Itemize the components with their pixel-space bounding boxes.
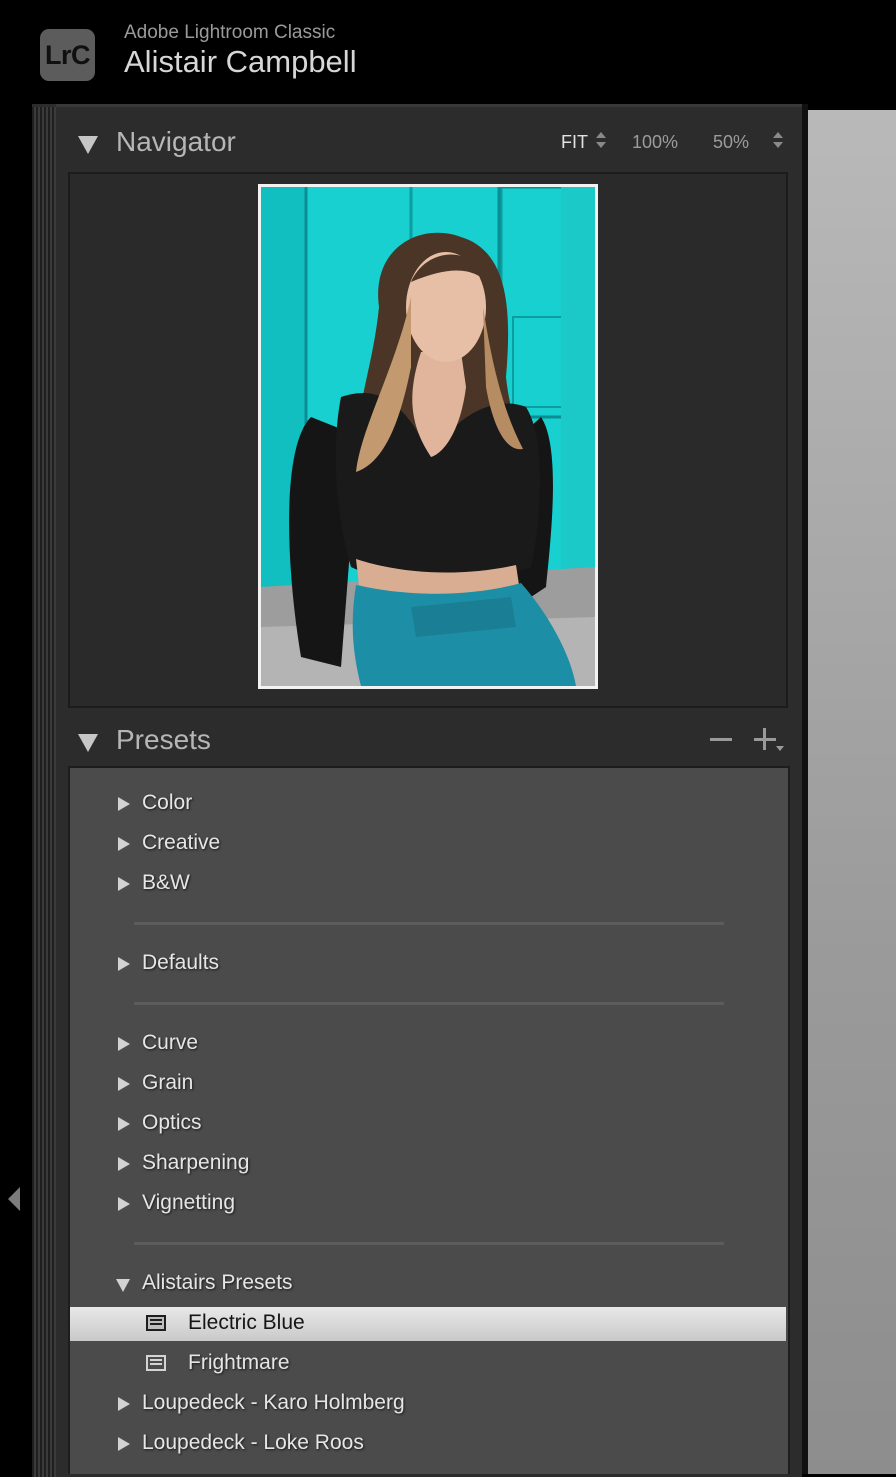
collapse-triangle-icon[interactable] xyxy=(78,734,98,752)
expand-triangle-icon[interactable] xyxy=(118,1157,130,1171)
preset-group-label: Optics xyxy=(142,1111,202,1134)
expand-triangle-icon[interactable] xyxy=(118,1197,130,1211)
preset-group-defaults[interactable]: Defaults xyxy=(70,947,786,981)
zoom-fit-stepper-icon[interactable] xyxy=(596,131,606,151)
preset-group-label: Creative xyxy=(142,831,221,854)
preset-group-creative[interactable]: Creative xyxy=(70,827,786,861)
preset-electric-blue[interactable]: Electric Blue xyxy=(70,1307,786,1341)
expand-triangle-icon[interactable] xyxy=(118,957,130,971)
zoom-100-option[interactable]: 100% xyxy=(632,132,678,153)
expand-triangle-icon[interactable] xyxy=(118,1077,130,1091)
expand-triangle-icon[interactable] xyxy=(118,1437,130,1451)
expand-triangle-icon[interactable] xyxy=(118,1037,130,1051)
portrait-photo-image xyxy=(261,187,595,686)
preset-frightmare[interactable]: Frightmare xyxy=(70,1347,786,1381)
panel-resize-handle[interactable] xyxy=(32,104,56,1477)
main-viewer-area xyxy=(808,110,896,1474)
plus-icon-stem[interactable] xyxy=(763,728,766,750)
preset-group-loupedeck-karo-holmberg[interactable]: Loupedeck - Karo Holmberg xyxy=(70,1387,786,1421)
preset-group-label: Loupedeck - Loke Roos xyxy=(142,1431,364,1454)
expand-triangle-icon[interactable] xyxy=(118,1117,130,1131)
collapse-triangle-icon[interactable] xyxy=(116,1279,130,1292)
zoom-50-option[interactable]: 50% xyxy=(713,132,749,153)
preset-group-bw[interactable]: B&W xyxy=(70,867,786,901)
preset-group-curve[interactable]: Curve xyxy=(70,1027,786,1061)
preset-group-label: Grain xyxy=(142,1071,194,1094)
add-preset-menu-caret-icon[interactable] xyxy=(776,746,784,751)
preset-group-alistairs-presets[interactable]: Alistairs Presets xyxy=(70,1267,786,1301)
expand-triangle-icon[interactable] xyxy=(118,837,130,851)
zoom-custom-stepper-icon[interactable] xyxy=(773,131,783,151)
collapse-left-panel-icon[interactable] xyxy=(8,1187,20,1211)
preset-group-label: Defaults xyxy=(142,951,220,974)
preset-group-label: Alistairs Presets xyxy=(142,1271,293,1294)
remove-preset-icon[interactable] xyxy=(710,738,732,741)
preset-group-label: Curve xyxy=(142,1031,199,1054)
navigator-header[interactable]: Navigator FIT 100% 50% xyxy=(56,110,802,172)
identity-plate-name: Alistair Campbell xyxy=(124,44,357,79)
expand-triangle-icon[interactable] xyxy=(118,797,130,811)
presets-header[interactable]: Presets xyxy=(56,710,802,772)
preset-group-sharpening[interactable]: Sharpening xyxy=(70,1147,786,1181)
preset-group-label: Sharpening xyxy=(142,1151,250,1174)
lightroom-logo-icon: LrC xyxy=(40,29,95,81)
navigator-title: Navigator xyxy=(116,126,236,157)
app-name: Adobe Lightroom Classic xyxy=(124,22,336,43)
presets-title: Presets xyxy=(116,724,211,755)
preset-group-vignetting[interactable]: Vignetting xyxy=(70,1187,786,1221)
preset-group-color[interactable]: Color xyxy=(70,787,786,821)
preset-group-loupedeck-loke-roos[interactable]: Loupedeck - Loke Roos xyxy=(70,1427,786,1461)
preset-group-label: B&W xyxy=(142,871,190,894)
preset-group-label: Color xyxy=(142,791,193,814)
preset-label: Electric Blue xyxy=(188,1311,305,1334)
expand-triangle-icon[interactable] xyxy=(118,877,130,891)
group-divider xyxy=(134,1002,724,1005)
preset-group-label: Vignetting xyxy=(142,1191,236,1214)
collapse-triangle-icon[interactable] xyxy=(78,136,98,154)
preset-list-icon xyxy=(146,1315,166,1331)
group-divider xyxy=(134,922,724,925)
preset-group-optics[interactable]: Optics xyxy=(70,1107,786,1141)
preset-label: Frightmare xyxy=(188,1351,290,1374)
zoom-fit-option[interactable]: FIT xyxy=(561,132,588,153)
group-divider xyxy=(134,1242,724,1245)
navigator-photo-preview[interactable] xyxy=(258,184,598,689)
preset-group-label: Loupedeck - Karo Holmberg xyxy=(142,1391,405,1414)
preset-group-grain[interactable]: Grain xyxy=(70,1067,786,1101)
preset-list-icon xyxy=(146,1355,166,1371)
expand-triangle-icon[interactable] xyxy=(118,1397,130,1411)
